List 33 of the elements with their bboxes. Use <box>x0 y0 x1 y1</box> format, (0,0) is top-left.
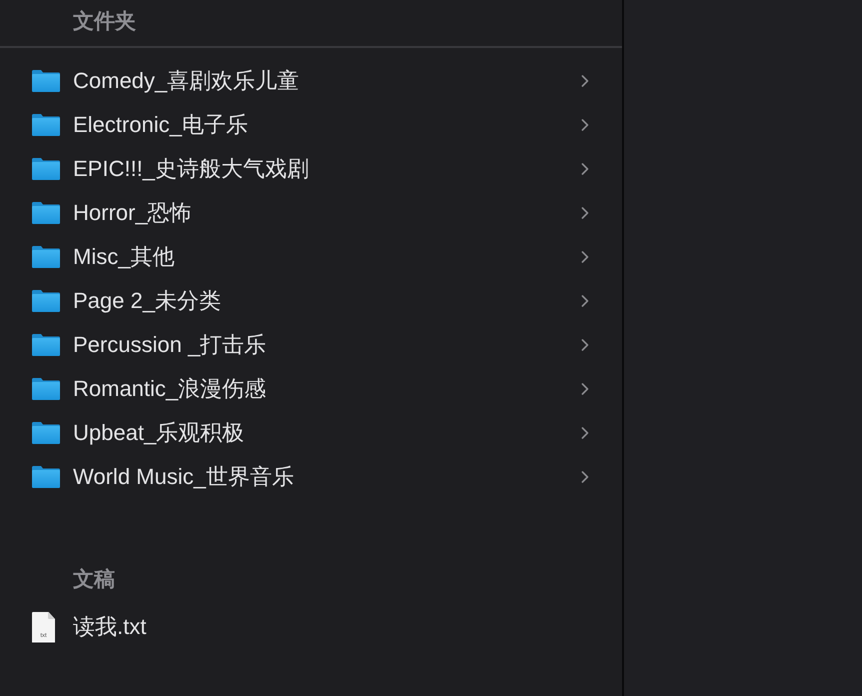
folder-name[interactable]: Horror_恐怖 <box>73 199 192 227</box>
folder-icon <box>32 202 60 224</box>
folder-name[interactable]: Romantic_浪漫伤感 <box>73 375 266 403</box>
folder-name[interactable]: Page 2_未分类 <box>73 287 221 315</box>
chevron-right-icon <box>581 251 589 263</box>
folder-name[interactable]: Misc_其他 <box>73 243 174 271</box>
chevron-right-icon <box>581 207 589 219</box>
chevron-right-icon <box>581 119 589 131</box>
chevron-right-icon <box>581 383 589 395</box>
chevron-right-icon <box>581 295 589 307</box>
folder-name[interactable]: Electronic_电子乐 <box>73 111 248 139</box>
folder-name[interactable]: EPIC!!!_史诗般大气戏剧 <box>73 155 309 183</box>
folder-icon <box>32 246 60 268</box>
folder-icon <box>32 290 60 312</box>
chevron-right-icon <box>581 427 589 439</box>
chevron-right-icon <box>581 471 589 483</box>
folder-icon <box>32 422 60 444</box>
section-heading: 文件夹 <box>73 9 136 35</box>
folder-name[interactable]: World Music_世界音乐 <box>73 463 294 491</box>
folder-name[interactable]: Percussion _打击乐 <box>73 331 266 359</box>
folder-icon <box>32 378 60 400</box>
folder-icon <box>32 334 60 356</box>
chevron-right-icon <box>581 339 589 351</box>
folder-icon <box>32 70 60 92</box>
file-name[interactable]: 读我.txt <box>73 613 146 641</box>
folder-name[interactable]: Upbeat_乐观积极 <box>73 419 244 447</box>
chevron-right-icon <box>581 163 589 175</box>
folder-icon <box>32 466 60 488</box>
folder-name[interactable]: Comedy_喜剧欢乐儿童 <box>73 67 300 95</box>
section-heading: 文稿 <box>73 567 115 593</box>
folder-icon <box>32 114 60 136</box>
chevron-right-icon <box>581 75 589 87</box>
folder-icon <box>32 158 60 180</box>
